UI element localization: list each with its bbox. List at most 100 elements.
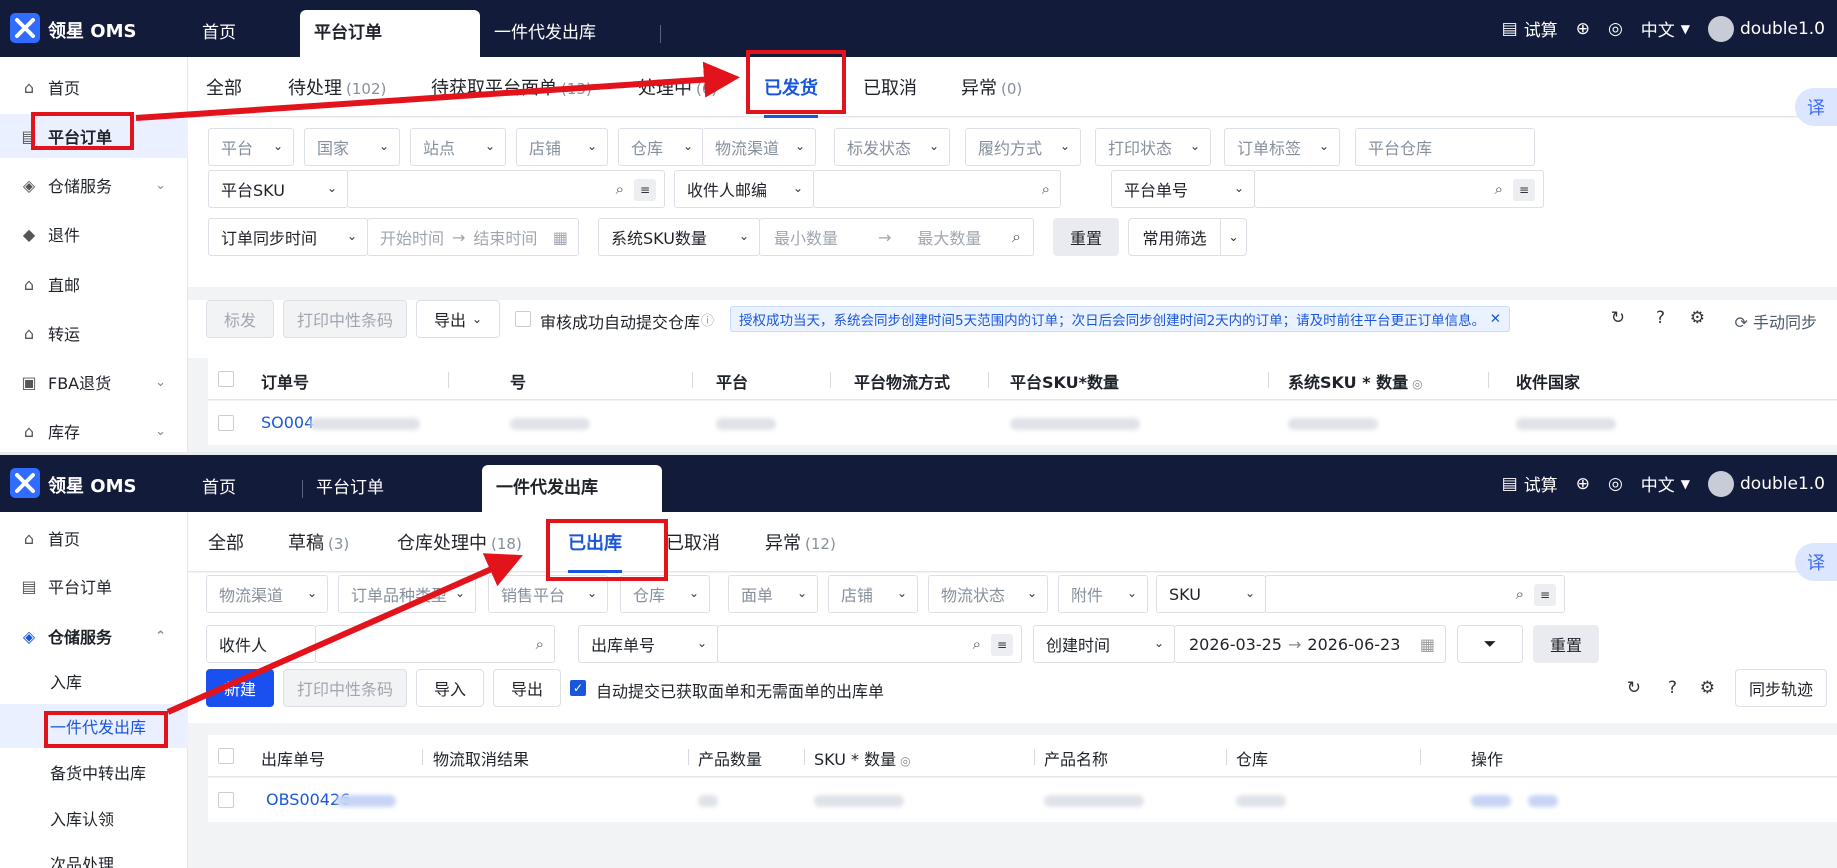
batch-input-icon[interactable]: ≡ (1534, 584, 1556, 606)
tab-exception[interactable]: 异常 (12) (765, 529, 836, 555)
tab-all[interactable]: 全部 (206, 74, 242, 100)
filter-shop[interactable]: 店铺 ⌄ (828, 575, 918, 613)
export-button[interactable]: 导出 ⌄ (416, 300, 500, 338)
tab-cancelled[interactable]: 已取消 (666, 529, 720, 555)
sidebar-item-inbound[interactable]: 入库 (0, 659, 188, 703)
import-button[interactable]: 导入 (416, 669, 484, 707)
app-logo[interactable] (10, 13, 40, 43)
settings-icon[interactable]: ◎ (1608, 19, 1623, 39)
qty-range-input[interactable]: 最小数量 → 最大数量 ⌕ (759, 218, 1034, 256)
recipient-input[interactable]: ⌕ (315, 625, 555, 663)
column-settings-icon[interactable]: ⚙ (1700, 678, 1715, 698)
tab-pending[interactable]: 待处理 (102) (288, 74, 386, 100)
auto-submit-checkbox[interactable] (515, 311, 531, 327)
sidebar-item-returns[interactable]: ◆ 退件 (0, 212, 188, 256)
tab-platform-orders[interactable]: 平台订单 (300, 10, 480, 57)
date-range-picker[interactable]: 2026-03-25 → 2026-06-23 ▦ (1174, 625, 1446, 663)
sku-search-input[interactable]: ⌕ ≡ (347, 170, 665, 208)
question-icon[interactable]: ? (1668, 678, 1677, 698)
close-icon[interactable]: ✕ (1490, 311, 1501, 327)
tab-draft[interactable]: 草稿 (3) (288, 529, 349, 555)
export-button[interactable]: 导出 (493, 669, 561, 707)
batch-input-icon[interactable]: ≡ (634, 179, 656, 201)
sidebar-item-home[interactable]: ⌂ 首页 (0, 65, 188, 109)
sidebar-item-warehouse-service[interactable]: ◈ 仓储服务 ⌃ (0, 614, 188, 658)
row-checkbox[interactable] (218, 415, 234, 431)
translate-button[interactable]: 译 (1795, 543, 1837, 581)
filter-order-type[interactable]: 订单品种类型 ⌄ (338, 575, 476, 613)
filter-label[interactable]: 面单 ⌄ (728, 575, 818, 613)
tab-warehouse-processing[interactable]: 仓库处理中 (18) (397, 529, 522, 555)
sidebar-item-platform-orders[interactable]: ▤ 平台订单 (0, 564, 188, 608)
select-all-checkbox[interactable] (218, 371, 234, 387)
batch-input-icon[interactable]: ≡ (1513, 179, 1535, 201)
batch-input-icon[interactable]: ≡ (991, 634, 1013, 656)
tab-exception[interactable]: 异常 (0) (961, 74, 1022, 100)
app-logo[interactable] (10, 468, 40, 498)
outbound-no-type-select[interactable]: 出库单号 ⌄ (578, 625, 718, 663)
mark-shipped-button[interactable]: 标发 (206, 300, 274, 338)
download-icon[interactable]: ⊕ (1576, 474, 1590, 494)
qty-type-select[interactable]: 系统SKU数量 ⌄ (598, 218, 760, 256)
translate-button[interactable]: 译 (1795, 88, 1837, 126)
outbound-no-input[interactable]: ⌕ ≡ (717, 625, 1022, 663)
time-type-select[interactable]: 订单同步时间 ⌄ (208, 218, 368, 256)
trial-button[interactable]: ▤ 试算 (1502, 471, 1558, 497)
zip-search-input[interactable]: ⌕ (813, 170, 1061, 208)
table-row[interactable]: SO004 (208, 401, 1837, 445)
tab-awaiting-label[interactable]: 待获取平台面单 (13) (431, 74, 592, 100)
user-menu[interactable]: double1.0 (1708, 15, 1825, 42)
filter-order-tag[interactable]: 订单标签 ⌄ (1224, 128, 1340, 166)
filter-settings-icon[interactable]: ⏷ (1457, 625, 1523, 663)
download-icon[interactable]: ⊕ (1576, 19, 1590, 39)
reset-button[interactable]: 重置 (1533, 625, 1599, 663)
sidebar-item-transfer[interactable]: ⌂ 转运 (0, 311, 188, 355)
filter-country[interactable]: 国家 ⌄ (304, 128, 400, 166)
filter-site[interactable]: 站点 ⌄ (410, 128, 506, 166)
sku-search-input[interactable]: ⌕ ≡ (1265, 575, 1565, 613)
question-icon[interactable]: ? (1656, 308, 1665, 328)
sidebar-item-direct-mail[interactable]: ⌂ 直邮 (0, 262, 188, 306)
column-settings-icon[interactable]: ⚙ (1690, 308, 1705, 328)
manual-sync-button[interactable]: ⟳ 手动同步 (1734, 309, 1817, 333)
table-row[interactable]: OBS00426 (208, 778, 1837, 822)
tab-dropship-outbound[interactable]: 一件代发出库 (494, 10, 596, 57)
sidebar-item-fba-returns[interactable]: ▣ FBA退货 ⌄ (0, 360, 188, 404)
tab-platform-orders[interactable]: 平台订单 (316, 465, 384, 512)
filter-shop[interactable]: 店铺 ⌄ (516, 128, 608, 166)
settings-icon[interactable]: ◎ (1608, 474, 1623, 494)
auto-submit-checkbox[interactable]: ✓ (570, 680, 586, 696)
sidebar-item-inbound-claim[interactable]: 入库认领 (0, 796, 188, 840)
order-no-link[interactable]: SO004 (261, 413, 314, 432)
refresh-icon[interactable]: ↻ (1627, 678, 1641, 698)
user-menu[interactable]: double1.0 (1708, 470, 1825, 497)
filter-mark-status[interactable]: 标发状态 ⌄ (834, 128, 950, 166)
filter-fulfillment[interactable]: 履约方式 ⌄ (965, 128, 1081, 166)
trial-button[interactable]: ▤ 试算 (1502, 16, 1558, 42)
tab-cancelled[interactable]: 已取消 (863, 74, 917, 100)
language-select[interactable]: 中文 ▼ (1641, 471, 1690, 496)
filter-attachment[interactable]: 附件 ⌄ (1058, 575, 1148, 613)
tab-home[interactable]: 首页 (202, 465, 236, 512)
date-range-picker[interactable]: 开始时间 → 结束时间 ▦ (367, 218, 579, 256)
filter-platform[interactable]: 平台 ⌄ (208, 128, 294, 166)
filter-print-status[interactable]: 打印状态 ⌄ (1095, 128, 1211, 166)
language-select[interactable]: 中文 ▼ (1641, 16, 1690, 41)
row-checkbox[interactable] (218, 792, 234, 808)
tab-dropship-outbound[interactable]: 一件代发出库 (482, 465, 662, 512)
time-type-select[interactable]: 创建时间 ⌄ (1033, 625, 1175, 663)
sidebar-item-home[interactable]: ⌂ 首页 (0, 516, 188, 560)
sidebar-item-inventory[interactable]: ⌂ 库存 ⌄ (0, 409, 188, 452)
select-all-checkbox[interactable] (218, 748, 234, 764)
sku-type-select[interactable]: SKU ⌄ (1156, 575, 1266, 613)
sidebar-item-stock-transfer[interactable]: 备货中转出库 (0, 750, 188, 794)
sidebar-item-warehouse-service[interactable]: ◈ 仓储服务 ⌄ (0, 163, 188, 207)
filter-logistics-status[interactable]: 物流状态 ⌄ (928, 575, 1048, 613)
filter-logistics-channel[interactable]: 物流渠道 ⌄ (206, 575, 328, 613)
tab-home[interactable]: 首页 (202, 10, 236, 57)
print-barcode-button[interactable]: 打印中性条码 (283, 300, 407, 338)
zip-type-select[interactable]: 收件人邮编 ⌄ (674, 170, 814, 208)
reset-button[interactable]: 重置 (1053, 218, 1119, 256)
sidebar-item-defective[interactable]: 次品处理 (0, 841, 188, 868)
platform-no-search-input[interactable]: ⌕ ≡ (1254, 170, 1544, 208)
